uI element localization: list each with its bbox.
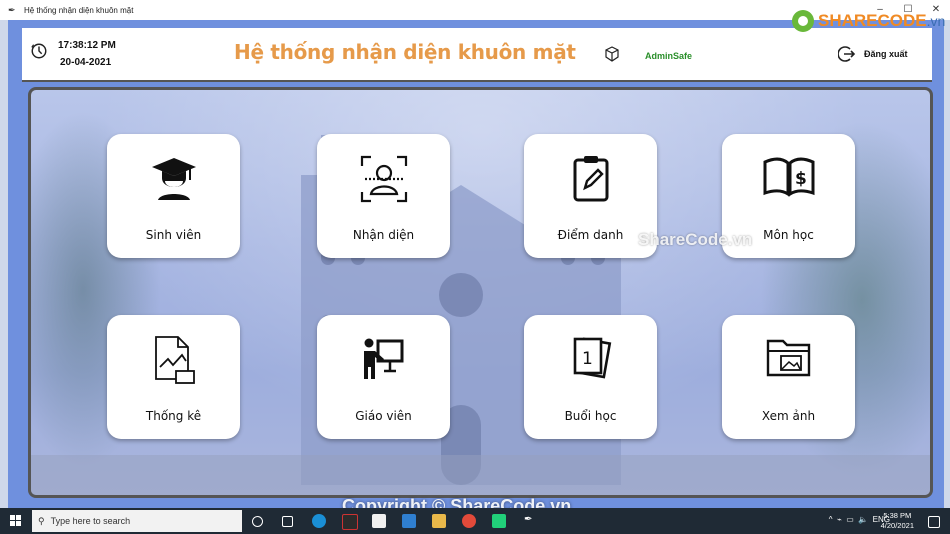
watermark-center: ShareCode.vn	[638, 230, 753, 249]
edge-icon[interactable]	[312, 514, 326, 528]
graduate-icon	[151, 158, 196, 200]
taskbar-search[interactable]: ⚲ Type here to search	[32, 510, 242, 532]
username: AdminSafe	[645, 51, 693, 61]
clipboard-edit-icon	[573, 156, 608, 202]
tile-buoi-hoc[interactable]: 1 Buổi học	[524, 315, 657, 439]
face-scan-icon	[360, 155, 407, 203]
app-header: 17:38:12 PM 20-04-2021 Hệ thống nhận diệ…	[22, 28, 932, 82]
user-cube-icon	[605, 46, 619, 62]
svg-text:1: 1	[582, 349, 593, 369]
store-icon[interactable]	[372, 514, 386, 528]
tile-thong-ke[interactable]: Thống kê	[107, 315, 240, 439]
tile-giao-vien[interactable]: Giáo viên	[317, 315, 450, 439]
teacher-board-icon	[363, 338, 403, 379]
tile-label: Thống kê	[145, 409, 202, 423]
svg-text:$: $	[795, 169, 807, 189]
page-title: Hệ thống nhận diện khuôn mặt	[234, 40, 576, 64]
window-title: Hệ thống nhận diện khuôn mặt	[24, 5, 134, 15]
app-icon[interactable]	[342, 514, 358, 530]
tile-sinh-vien[interactable]: Sinh viên	[107, 134, 240, 258]
windows-start-icon[interactable]	[10, 515, 22, 527]
logo-text: SHARECODE.vn	[818, 11, 946, 30]
windows-taskbar: ⚲ Type here to search ✒ ^ ⌁ ▭ 🔈 ENG 5:38…	[0, 508, 950, 534]
search-placeholder: Type here to search	[50, 516, 131, 526]
tile-nhan-dien[interactable]: Nhận diện	[317, 134, 450, 258]
chrome-icon[interactable]	[462, 514, 476, 528]
taskbar-clock[interactable]: 5:38 PM 4/20/2021	[881, 511, 914, 531]
report-chart-icon	[154, 336, 195, 384]
pycharm-icon[interactable]	[492, 514, 506, 528]
tile-label: Buổi học	[564, 409, 617, 423]
logout-label: Đăng xuất	[864, 49, 908, 59]
feather-app-icon: ✒	[8, 4, 16, 15]
task-view-icon[interactable]	[282, 516, 293, 527]
tile-label: Sinh viên	[145, 228, 202, 242]
feather-icon[interactable]: ✒	[524, 514, 538, 528]
image-folder-icon	[766, 339, 810, 377]
mail-icon[interactable]	[402, 514, 416, 528]
tile-label: Nhận diện	[352, 228, 415, 242]
notification-icon[interactable]	[928, 516, 940, 528]
book-dollar-icon: $	[763, 157, 814, 197]
logo-mark-icon	[792, 10, 814, 32]
file-explorer-icon[interactable]	[432, 514, 446, 528]
current-date: 20-04-2021	[60, 57, 112, 68]
current-time: 17:38:12 PM	[58, 40, 116, 51]
sharecode-logo: SHARECODE.vn	[792, 10, 945, 32]
search-icon: ⚲	[38, 515, 45, 526]
logout-button[interactable]: Đăng xuất	[838, 45, 908, 63]
tile-xem-anh[interactable]: Xem ảnh	[722, 315, 855, 439]
tile-label: Xem ảnh	[761, 409, 816, 423]
logout-icon	[838, 46, 856, 62]
cards-one-icon: 1	[573, 337, 611, 379]
cortana-icon[interactable]	[252, 516, 263, 527]
tile-label: Giáo viên	[355, 409, 412, 423]
clock-icon	[31, 43, 47, 59]
